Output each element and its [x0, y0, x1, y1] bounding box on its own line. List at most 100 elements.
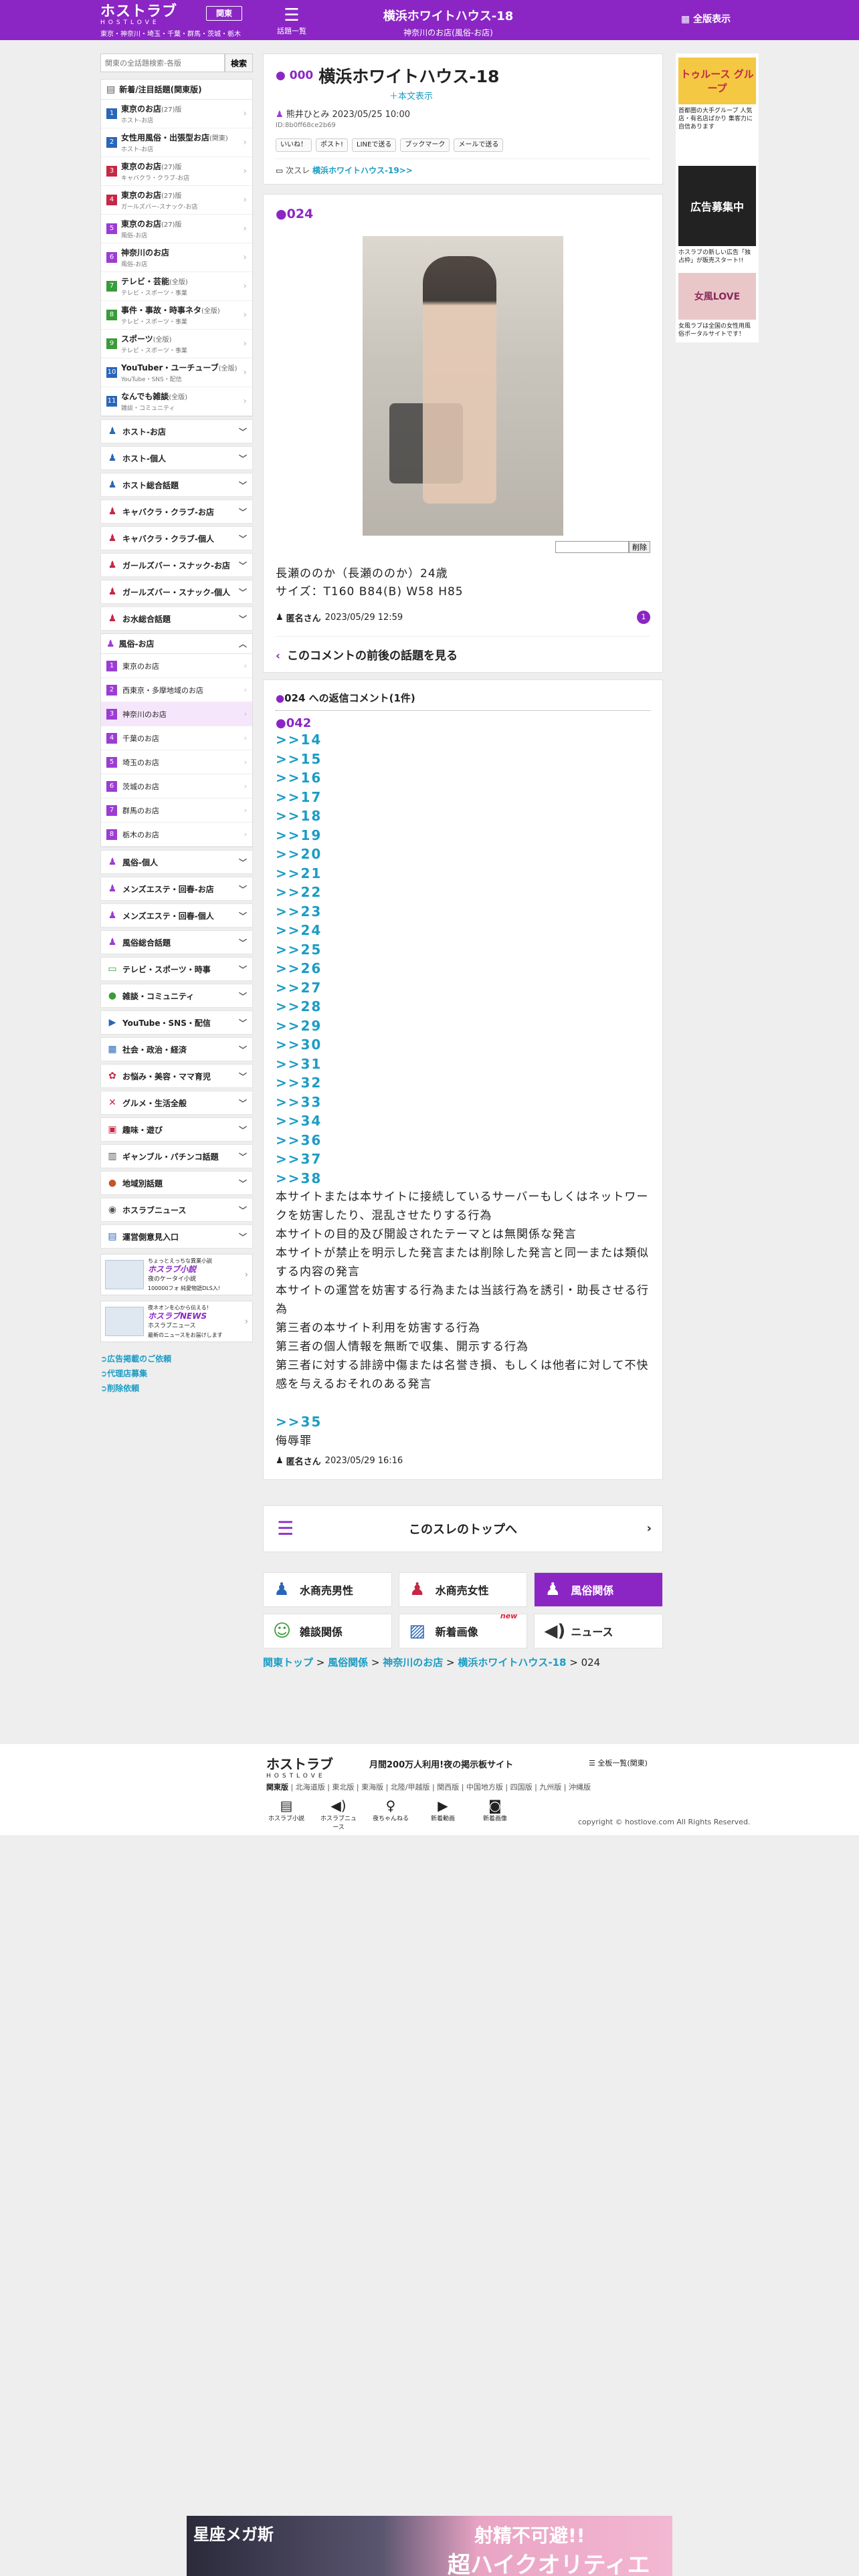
- mail-share-button[interactable]: メールで送る: [454, 138, 504, 152]
- new-topic-item[interactable]: 10 YouTuber・ユーチューブ(全版) YouTube・SNS・配信 ›: [101, 358, 252, 387]
- sidebar-category[interactable]: ♟ メンズエステ・回春-個人 ﹀: [100, 903, 253, 928]
- delete-request-link[interactable]: ➲削除依頼: [100, 1381, 253, 1396]
- sidebar-category[interactable]: ♟ ホスト総合話題 ﹀: [100, 473, 253, 497]
- fuzoku-region-item[interactable]: 7 群馬のお店 ›: [101, 798, 252, 823]
- next-thread-link[interactable]: 横浜ホワイトハウス-19>>: [312, 166, 413, 175]
- fuzoku-region-item[interactable]: 2 西東京・多摩地域のお店 ›: [101, 678, 252, 702]
- fuzoku-region-item[interactable]: 6 茨城のお店 ›: [101, 774, 252, 798]
- sidebar-category[interactable]: ♟ ホスト-お店 ﹀: [100, 419, 253, 443]
- anchor-link[interactable]: >>34: [276, 1111, 650, 1131]
- sidebar-category[interactable]: ♟ キャバクラ・クラブ-お店 ﹀: [100, 500, 253, 524]
- new-topic-item[interactable]: 6 神奈川のお店 風俗-お店 ›: [101, 243, 252, 272]
- bottom-ad-banner[interactable]: 星座メガ斯 射精不可避!! 超ハイクオリティエロゲ: [187, 2516, 672, 2576]
- footer-news-link[interactable]: ◀) ホスラブニュース: [318, 1798, 359, 1831]
- anchor-link[interactable]: >>30: [276, 1035, 650, 1055]
- anchor-link[interactable]: >>24: [276, 921, 650, 940]
- footer-channel-link[interactable]: ♀ 夜ちゃんねる: [371, 1798, 411, 1831]
- new-topic-item[interactable]: 9 スポーツ(全版) テレビ・スポーツ・事業 ›: [101, 330, 252, 358]
- sidebar-category[interactable]: ♟ メンズエステ・回春-お店 ﹀: [100, 877, 253, 901]
- sidebar-category[interactable]: ▣ 趣味・遊び ﹀: [100, 1117, 253, 1142]
- fuzoku-region-item[interactable]: 8 栃木のお店 ›: [101, 823, 252, 847]
- fuzoku-region-item[interactable]: 4 千葉のお店 ›: [101, 726, 252, 750]
- sidebar-category[interactable]: ● 雑談・コミュニティ ﹀: [100, 984, 253, 1008]
- anchor-link[interactable]: >>35: [276, 1412, 650, 1432]
- fuzoku-shop-header[interactable]: ♟ 風俗-お店 ︿: [101, 634, 252, 654]
- context-link[interactable]: ‹ このコメントの前後の話題を見る: [276, 636, 650, 668]
- post-x-button[interactable]: ポスト!: [316, 138, 349, 152]
- show-body-link[interactable]: ＋本文表示: [389, 89, 650, 102]
- anchor-link[interactable]: >>27: [276, 978, 650, 998]
- anchor-link[interactable]: >>19: [276, 826, 650, 845]
- ad-recruit[interactable]: 広告募集中 ホスラブの新しい広告「独占枠」が販売スタート!!: [676, 162, 759, 269]
- category-tile[interactable]: ♟ 水商売男性: [263, 1572, 392, 1607]
- fuzoku-region-item[interactable]: 3 神奈川のお店 ›: [101, 702, 252, 726]
- anchor-link[interactable]: >>36: [276, 1131, 650, 1150]
- new-topic-item[interactable]: 7 テレビ・芸能(全版) テレビ・スポーツ・事業 ›: [101, 272, 252, 301]
- footer-novel-link[interactable]: ▤ ホスラブ小説: [266, 1798, 306, 1831]
- category-tile[interactable]: ◀) ニュース: [534, 1613, 663, 1648]
- fuzoku-region-item[interactable]: 5 埼玉のお店 ›: [101, 750, 252, 774]
- anchor-link[interactable]: >>31: [276, 1055, 650, 1074]
- anchor-link[interactable]: >>22: [276, 883, 650, 902]
- post-photo[interactable]: [363, 236, 563, 536]
- report-input[interactable]: [555, 541, 629, 553]
- category-tile[interactable]: ♟ 水商売女性: [398, 1572, 528, 1607]
- new-topic-item[interactable]: 11 なんでも雑談(全版) 雑談・コミュニティ ›: [101, 387, 252, 416]
- sidebar-category[interactable]: ▶ YouTube・SNS・配信 ﹀: [100, 1010, 253, 1035]
- category-tile[interactable]: ♟ 風俗関係: [534, 1572, 663, 1607]
- footer-image-link[interactable]: ◙ 新着画像: [475, 1798, 515, 1831]
- anchor-link[interactable]: >>28: [276, 997, 650, 1016]
- sidebar-category[interactable]: ♟ 風俗-個人 ﹀: [100, 850, 253, 874]
- sidebar-category[interactable]: ▭ テレビ・スポーツ・時事 ﹀: [100, 957, 253, 981]
- breadcrumb-link[interactable]: 横浜ホワイトハウス-18: [458, 1656, 566, 1669]
- sidebar-category[interactable]: ▥ ギャンブル・パチンコ話題 ﹀: [100, 1144, 253, 1168]
- anchor-link[interactable]: >>18: [276, 807, 650, 826]
- sidebar-category[interactable]: ♟ ガールズバー・スナック-お店 ﹀: [100, 553, 253, 577]
- novel-banner[interactable]: ちょっとえっちな異業小説 ホスラブ小説 夜のケータイ小説 100000フォ 純愛…: [100, 1254, 253, 1295]
- anchor-link[interactable]: >>37: [276, 1150, 650, 1169]
- anchor-link[interactable]: >>38: [276, 1169, 650, 1188]
- new-topic-item[interactable]: 3 東京のお店(27)版 キャバクラ・クラブ-お店 ›: [101, 157, 252, 186]
- sidebar-category[interactable]: ● 地域別話題 ﹀: [100, 1171, 253, 1195]
- region-button[interactable]: 関東: [206, 6, 242, 21]
- report-button[interactable]: 削除: [629, 541, 650, 553]
- search-button[interactable]: 検索: [225, 53, 253, 72]
- new-topic-item[interactable]: 5 東京のお店(27)版 風俗-お店 ›: [101, 215, 252, 243]
- breadcrumb-link[interactable]: 関東トップ: [263, 1656, 313, 1669]
- anchor-link[interactable]: >>29: [276, 1016, 650, 1036]
- category-tile[interactable]: ▨ 新着画像 new: [398, 1612, 528, 1648]
- anchor-link[interactable]: >>14: [276, 730, 650, 750]
- anchor-link[interactable]: >>21: [276, 864, 650, 883]
- anchor-link[interactable]: >>20: [276, 845, 650, 864]
- sidebar-category[interactable]: ♟ ホスト-個人 ﹀: [100, 446, 253, 470]
- search-input[interactable]: [100, 53, 225, 72]
- new-topic-item[interactable]: 4 東京のお店(27)版 ガールズバー-スナック-お店 ›: [101, 186, 252, 215]
- anchor-link[interactable]: >>33: [276, 1093, 650, 1112]
- thread-top-button[interactable]: ☰ このスレのトップへ ›: [263, 1505, 663, 1552]
- sidebar-category[interactable]: ▤ 運営側意見入口 ﹀: [100, 1224, 253, 1249]
- fuzoku-region-item[interactable]: 1 東京のお店 ›: [101, 654, 252, 678]
- agency-link[interactable]: ➲代理店募集: [100, 1366, 253, 1381]
- board-list-button[interactable]: ☰ 話題一覧: [274, 5, 309, 36]
- anchor-link[interactable]: >>32: [276, 1073, 650, 1093]
- sidebar-category[interactable]: ▦ 社会・政治・経済 ﹀: [100, 1037, 253, 1061]
- new-topic-item[interactable]: 1 東京のお店(27)版 ホスト-お店 ›: [101, 100, 252, 128]
- ad-jofu-love[interactable]: 女風LOVE 女風ラブは全国の女性用風俗ポータルサイトです！: [676, 269, 759, 342]
- line-share-button[interactable]: LINEで送る: [352, 138, 397, 152]
- ad-truth-group[interactable]: トゥルース グループ 首都圏の大手グループ 人気店・有名店ばかり 集客力に自信あ…: [676, 53, 759, 135]
- anchor-link[interactable]: >>17: [276, 788, 650, 807]
- sidebar-category[interactable]: ◉ ホスラブニュース ﹀: [100, 1198, 253, 1222]
- sidebar-category[interactable]: ♟ キャバクラ・クラブ-個人 ﹀: [100, 526, 253, 550]
- footer-video-link[interactable]: ▶ 新着動画: [423, 1798, 463, 1831]
- footer-logo[interactable]: ホストラブ HOSTLOVE: [266, 1753, 333, 1780]
- reply-count-badge[interactable]: 1: [637, 611, 650, 624]
- sidebar-category[interactable]: ✿ お悩み・美容・ママ育児 ﹀: [100, 1064, 253, 1088]
- anchor-link[interactable]: >>23: [276, 902, 650, 922]
- anchor-link[interactable]: >>15: [276, 750, 650, 769]
- breadcrumb-link[interactable]: 神奈川のお店: [383, 1656, 443, 1669]
- like-button[interactable]: いいね！: [276, 138, 312, 152]
- all-boards-link[interactable]: ☰ 全板一覧(関東): [589, 1757, 648, 1768]
- ad-request-link[interactable]: ➲広告掲載のご依頼: [100, 1352, 253, 1366]
- anchor-link[interactable]: >>26: [276, 959, 650, 978]
- new-topic-item[interactable]: 2 女性用風俗・出張型お店(関東) ホスト-お店 ›: [101, 128, 252, 157]
